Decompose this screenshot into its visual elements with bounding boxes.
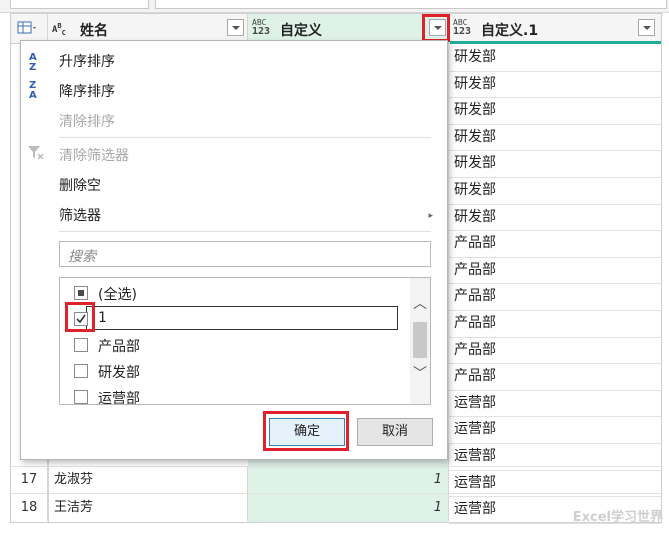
menu-item-remove-empty[interactable]: 删除空 bbox=[59, 175, 101, 195]
table-icon bbox=[17, 21, 36, 34]
cell-department[interactable]: 产品部 bbox=[449, 337, 661, 364]
cell-department[interactable]: 产品部 bbox=[449, 230, 661, 257]
cell-department[interactable]: 运营部 bbox=[449, 390, 661, 417]
menu-divider bbox=[59, 137, 431, 138]
menu-divider bbox=[59, 231, 431, 232]
list-item-label: 1 bbox=[98, 310, 107, 326]
cell-department[interactable]: 研发部 bbox=[449, 124, 661, 151]
list-item-label: (全选) bbox=[98, 287, 137, 303]
row-number: 17 bbox=[11, 467, 48, 493]
cell-value[interactable]: 1 bbox=[248, 467, 449, 493]
any-type-icon: ABC 123 bbox=[252, 18, 271, 37]
row-number: 18 bbox=[11, 494, 48, 521]
list-item-label: 运营部 bbox=[98, 391, 140, 405]
checkbox-unchecked[interactable] bbox=[74, 338, 88, 352]
filter-dropdown-menu: AZ 升序排序 ZA 降序排序 清除排序 清除筛选器 删除空 筛选器 ▸ 搜索 … bbox=[20, 40, 448, 460]
menu-item-clear-filter[interactable]: 清除筛选器 bbox=[59, 145, 129, 165]
cell-department[interactable]: 研发部 bbox=[449, 97, 661, 124]
checkbox-partial[interactable] bbox=[74, 286, 88, 300]
list-item[interactable]: 研发部 bbox=[60, 358, 400, 384]
scroll-down-icon[interactable]: ﹀ bbox=[412, 366, 428, 382]
column-filter-button[interactable] bbox=[227, 19, 244, 36]
column-header-custom-1[interactable]: ABC 123 自定义.1 bbox=[449, 14, 661, 44]
clear-filter-icon bbox=[28, 146, 44, 160]
menu-item-sort-descending[interactable]: 降序排序 bbox=[59, 81, 115, 101]
formula-bar bbox=[0, 0, 669, 13]
cell-department[interactable]: 产品部 bbox=[449, 310, 661, 337]
highlight-ok-button bbox=[263, 411, 349, 451]
list-item[interactable]: 运营部 bbox=[60, 384, 400, 405]
cell-department[interactable]: 运营部 bbox=[449, 416, 661, 443]
cell-department[interactable]: 研发部 bbox=[449, 150, 661, 177]
any-type-icon: ABC 123 bbox=[453, 18, 472, 37]
cancel-button[interactable]: 取消 bbox=[357, 418, 433, 446]
checkbox-unchecked[interactable] bbox=[74, 364, 88, 378]
cell-department[interactable]: 产品部 bbox=[449, 283, 661, 310]
scroll-thumb[interactable] bbox=[413, 322, 427, 358]
submenu-arrow-icon: ▸ bbox=[428, 211, 433, 221]
text-type-icon: ABC bbox=[52, 22, 66, 37]
scroll-up-icon[interactable]: ︿ bbox=[412, 296, 428, 312]
cell-department[interactable]: 产品部 bbox=[449, 257, 661, 284]
checkbox-unchecked[interactable] bbox=[74, 390, 88, 404]
cell-department[interactable]: 研发部 bbox=[449, 71, 661, 98]
watermark: Excel学习世界 bbox=[572, 510, 663, 525]
cell-name[interactable]: 龙淑芬 bbox=[48, 467, 248, 493]
menu-item-sort-ascending[interactable]: 升序排序 bbox=[59, 51, 115, 71]
search-input[interactable]: 搜索 bbox=[59, 241, 431, 267]
cell-department[interactable]: 产品部 bbox=[449, 363, 661, 390]
list-scrollbar[interactable]: ︿ ﹀ bbox=[410, 278, 430, 404]
cell-department[interactable]: 研发部 bbox=[449, 177, 661, 204]
highlight-filter-button bbox=[422, 14, 450, 42]
sort-descending-icon: ZA bbox=[29, 80, 37, 101]
highlight-checkbox bbox=[65, 302, 95, 332]
column-name: 自定义.1 bbox=[481, 23, 539, 39]
cell-department[interactable]: 研发部 bbox=[449, 44, 661, 71]
list-item-label: 产品部 bbox=[98, 339, 140, 355]
sort-ascending-icon: AZ bbox=[29, 52, 37, 73]
list-item[interactable]: 1 bbox=[60, 306, 400, 332]
menu-item-clear-sort[interactable]: 清除排序 bbox=[59, 111, 115, 131]
column-filter-button[interactable] bbox=[638, 19, 655, 36]
menu-item-filters[interactable]: 筛选器 bbox=[59, 205, 101, 225]
value-checklist: (全选) 1 产品部 研发部 运营部 ︿ ﹀ bbox=[59, 277, 431, 405]
formula-input[interactable] bbox=[155, 0, 667, 9]
column-name: 姓名 bbox=[80, 23, 108, 39]
focus-outline bbox=[86, 306, 398, 330]
list-item-select-all[interactable]: (全选) bbox=[60, 280, 400, 306]
list-item-label: 研发部 bbox=[98, 365, 140, 381]
cell-name[interactable]: 王洁芳 bbox=[48, 494, 248, 521]
list-item[interactable]: 产品部 bbox=[60, 332, 400, 358]
cell-department[interactable]: 研发部 bbox=[449, 204, 661, 231]
name-box[interactable] bbox=[10, 0, 149, 9]
column-name: 自定义 bbox=[280, 23, 322, 39]
cell-value[interactable]: 1 bbox=[248, 494, 449, 521]
